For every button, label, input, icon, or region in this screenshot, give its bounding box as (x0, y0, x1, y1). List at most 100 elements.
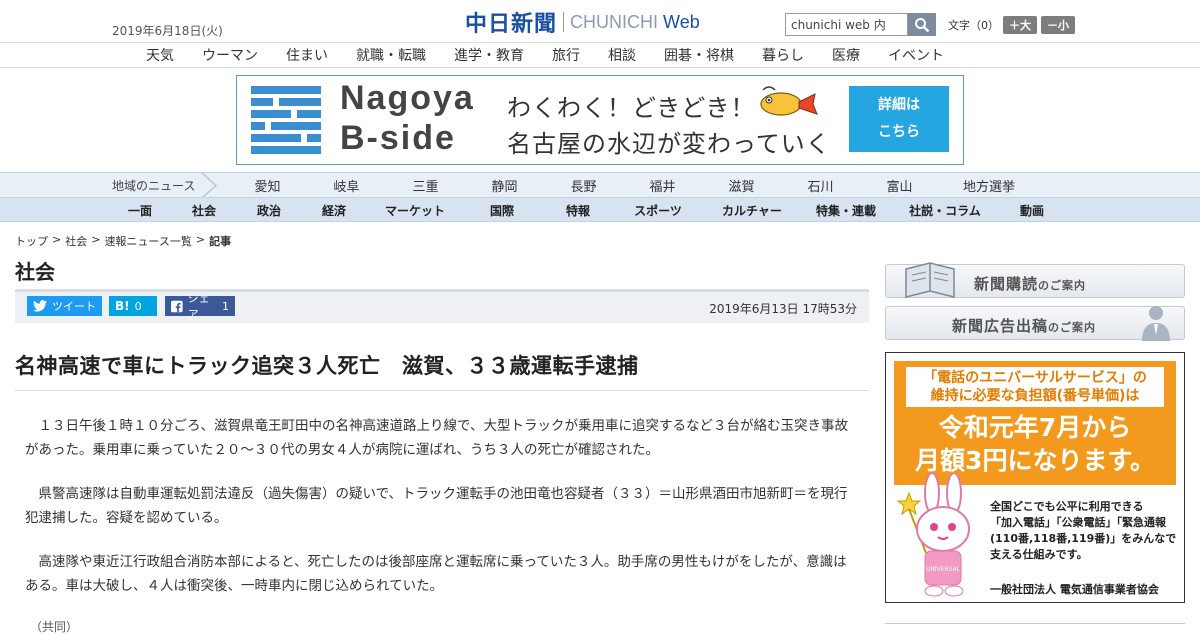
tweet-button[interactable]: ツイート (27, 296, 102, 316)
banner-stripes-graphic (251, 86, 321, 154)
breadcrumb-item-3: 記事 (209, 235, 232, 248)
main-nav-item-2[interactable]: 住まい (272, 45, 342, 65)
ad-orange-panel: 「電話のユニバーサルサービス」の 維持に必要な負担額(番号単価)は 令和元年7月… (894, 361, 1176, 485)
regional-nav-item-5[interactable]: 福井 (623, 176, 702, 195)
breadcrumb-item-0[interactable]: トップ (15, 233, 48, 249)
article-paragraph-2: 高速隊や東近江行政組合消防本部によると、死亡したのは後部座席と運転席に乗っていた… (25, 554, 847, 594)
main-nav-item-10[interactable]: イベント (874, 45, 958, 65)
hatena-bookmark-icon: B! (115, 299, 130, 313)
main-nav-item-3[interactable]: 就職・転職 (342, 45, 440, 65)
font-size-decrease-button[interactable]: －小 (1041, 16, 1075, 34)
regional-nav-item-3[interactable]: 静岡 (465, 176, 544, 195)
category-nav-item-3[interactable]: 経済 (300, 202, 368, 219)
regional-nav-item-1[interactable]: 岐阜 (307, 176, 386, 195)
facebook-share-button[interactable]: シェア 1 (165, 292, 235, 321)
section-title: 社会 (15, 260, 55, 284)
ad-description-line-3: 支える仕組みです。 (990, 548, 1088, 561)
shrimp-mascot-icon (760, 86, 818, 116)
main-nav-item-6[interactable]: 相談 (594, 45, 650, 65)
article-headline: 名神高速で車にトラック追突３人死亡 滋賀、３３歳運転手逮捕 (15, 354, 639, 378)
chevron-right-icon (201, 173, 218, 198)
ad-lead-text: 「電話のユニバーサルサービス」の 維持に必要な負担額(番号単価)は (906, 367, 1164, 407)
category-nav-item-11[interactable]: 動画 (1000, 202, 1064, 219)
breadcrumb-separator: > (91, 233, 101, 246)
ad-main-text: 令和元年7月から 月額3円になります。 (915, 413, 1155, 475)
main-nav-item-5[interactable]: 旅行 (538, 45, 594, 65)
category-nav-item-6[interactable]: 特報 (542, 202, 614, 219)
ad-banner-nagoya-bside[interactable]: Nagoya B-side わくわく！どきどき！ 名古屋の水辺が変わっていく 詳… (236, 75, 964, 165)
category-nav-item-0[interactable]: 一面 (110, 202, 170, 219)
banner-title: Nagoya B-side (340, 79, 475, 157)
search-button[interactable] (908, 13, 936, 36)
regional-nav-item-2[interactable]: 三重 (386, 176, 465, 195)
main-nav-item-0[interactable]: 天気 (132, 45, 188, 65)
regional-news-nav: 地域のニュース 愛知 岐阜 三重 静岡 長野 福井 滋賀 石川 富山 地方選挙 (0, 172, 1200, 198)
main-nav-item-8[interactable]: 暮らし (748, 45, 818, 65)
ad-description: 全国どこでも公平に利用できる 「加入電話」「公衆電話」「緊急通報 (110番,118… (990, 499, 1180, 563)
businessman-icon (1142, 306, 1170, 341)
ad-organization: 一般社団法人 電気通信事業者協会 (990, 583, 1159, 596)
article-credit: （共同） (30, 620, 79, 634)
main-nav-item-4[interactable]: 進学・教育 (440, 45, 538, 65)
regional-nav-item-8[interactable]: 富山 (860, 176, 939, 195)
main-nav-item-1[interactable]: ウーマン (188, 45, 272, 65)
rabbit-mascot-icon: UNIVERSAL (896, 473, 970, 597)
category-nav-item-8[interactable]: カルチャー (702, 202, 802, 219)
svg-text:UNIVERSAL: UNIVERSAL (926, 566, 961, 573)
category-nav-list: 一面 社会 政治 経済 マーケット 国際 特報 スポーツ カルチャー 特集・連載 社説・コラム 動画 (110, 202, 1064, 219)
regional-nav-item-9[interactable]: 地方選挙 (939, 176, 1039, 195)
search-input[interactable] (785, 13, 908, 36)
hatena-count: 0 (134, 299, 142, 313)
facebook-count: 1 (222, 299, 229, 313)
subscribe-guide-button[interactable]: 新聞購読のご案内 (885, 262, 1185, 298)
category-nav-item-2[interactable]: 政治 (238, 202, 300, 219)
hatena-bookmark-button[interactable]: B! 0 (109, 296, 157, 316)
main-nav: 天気 ウーマン 住まい 就職・転職 進学・教育 旅行 相談 囲碁・将棋 暮らし 医療 イベント (0, 42, 1200, 68)
breadcrumb-separator: > (195, 233, 206, 246)
logo-divider (563, 12, 565, 32)
share-bar: ツイート B! 0 シェア 1 2019年6月13日 17時53分 (15, 289, 869, 323)
newspaper-icon (905, 262, 955, 298)
category-nav-item-9[interactable]: 特集・連載 (802, 202, 890, 219)
twitter-bird-icon (33, 300, 47, 312)
main-nav-item-7[interactable]: 囲碁・将棋 (650, 45, 748, 65)
regional-nav-item-6[interactable]: 滋賀 (702, 176, 781, 195)
current-date: 2019年6月18日(火) (112, 24, 223, 38)
font-size-increase-button[interactable]: ＋大 (1003, 16, 1037, 34)
category-nav-item-7[interactable]: スポーツ (614, 202, 702, 219)
facebook-icon (171, 300, 183, 312)
category-nav-item-4[interactable]: マーケット (368, 202, 462, 219)
banner-copy-line2: 名古屋の水辺が変わっていく (507, 130, 831, 158)
banner-copy-line1: わくわく！どきどき！ (507, 94, 756, 122)
regional-news-list: 愛知 岐阜 三重 静岡 長野 福井 滋賀 石川 富山 地方選挙 (228, 176, 1039, 195)
logo-main-text: 中日新聞 (465, 11, 558, 37)
ad-description-line-0: 全国どこでも公平に利用できる (990, 500, 1144, 513)
breadcrumb: トップ > 社会 > 速報ニュース一覧 > 記事 (15, 233, 231, 249)
banner-details-button[interactable]: 詳細は こちら (849, 86, 949, 152)
regional-nav-item-7[interactable]: 石川 (781, 176, 860, 195)
search-icon (915, 17, 930, 32)
ad-description-line-2: (110番,118番,119番)」をみんなで (990, 532, 1177, 545)
font-size-control: 文字（0） ＋大 －小 (948, 16, 1075, 34)
breadcrumb-item-1[interactable]: 社会 (65, 233, 87, 249)
published-datetime: 2019年6月13日 17時53分 (709, 302, 857, 316)
site-logo[interactable]: 中日新聞 CHUNICHI Web (465, 8, 700, 37)
subscribe-guide-label: 新聞購読のご案内 (974, 275, 1087, 293)
category-nav-item-10[interactable]: 社説・コラム (890, 202, 1000, 219)
article-paragraph-1: 県警高速隊は自動車運転処罰法違反（過失傷害）の疑いで、トラック運転手の池田竜也容… (25, 486, 848, 526)
headline-divider (15, 390, 869, 391)
category-nav: 一面 社会 政治 経済 マーケット 国際 特報 スポーツ カルチャー 特集・連載 社説・コラム 動画 (0, 197, 1200, 222)
sidebar-advertisement[interactable]: 「電話のユニバーサルサービス」の 維持に必要な負担額(番号単価)は 令和元年7月… (885, 352, 1185, 603)
main-nav-item-9[interactable]: 医療 (818, 45, 874, 65)
site-search (785, 13, 936, 36)
advertising-guide-label: 新聞広告出稿のご案内 (952, 317, 1097, 335)
article-body: １３日午後１時１０分ごろ、滋賀県竜王町田中の名神高速道路上り線で、大型トラックが… (25, 414, 855, 618)
regional-nav-item-4[interactable]: 長野 (544, 176, 623, 195)
breadcrumb-item-2[interactable]: 速報ニュース一覧 (104, 233, 191, 249)
breadcrumb-separator: > (52, 233, 62, 246)
logo-sub-text: CHUNICHI Web (570, 11, 700, 32)
category-nav-item-5[interactable]: 国際 (462, 202, 542, 219)
regional-nav-item-0[interactable]: 愛知 (228, 176, 307, 195)
category-nav-item-1[interactable]: 社会 (170, 202, 238, 219)
advertising-guide-button[interactable]: 新聞広告出稿のご案内 (885, 306, 1185, 341)
